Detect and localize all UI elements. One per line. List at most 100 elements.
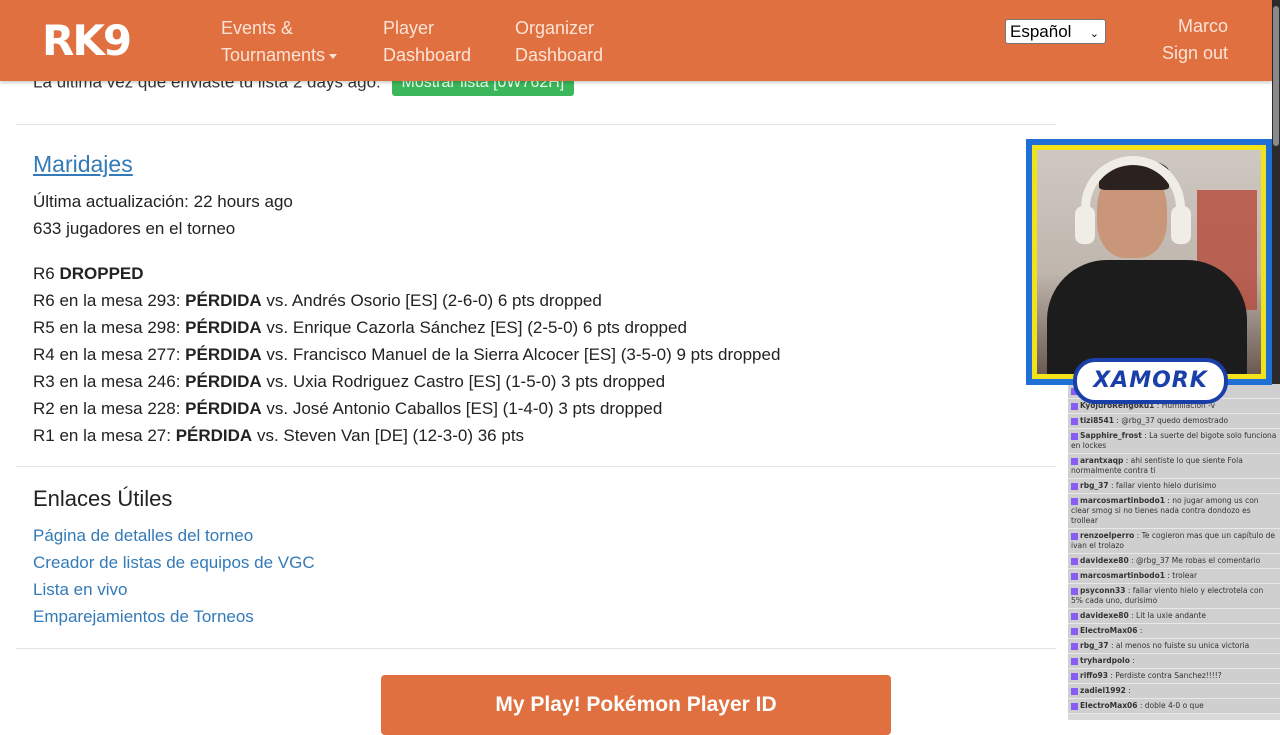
round-opponent: vs. Francisco Manuel de la Sierra Alcoce… xyxy=(266,345,781,364)
round-row: R2 en la mesa 228: PÉRDIDA vs. José Anto… xyxy=(33,399,662,419)
nav-organizer-line2: Dashboard xyxy=(515,45,604,65)
nav-player-line2: Dashboard xyxy=(383,45,472,65)
chat-message: arantxaqp : ahi sentiste lo que siente F… xyxy=(1068,454,1280,479)
chat-text: : xyxy=(1129,656,1135,665)
vgc-team-list-builder-link[interactable]: Creador de listas de equipos de VGC xyxy=(33,553,315,573)
pairings-title-link[interactable]: Maridajes xyxy=(33,151,133,178)
chat-badge-icon xyxy=(1071,532,1078,540)
divider xyxy=(16,466,1056,467)
round-result: PÉRDIDA xyxy=(175,426,253,445)
user-menu: Marco Sign out xyxy=(1162,13,1228,67)
round-row: R4 en la mesa 277: PÉRDIDA vs. Francisco… xyxy=(33,345,780,365)
nav-events-line1: Events & xyxy=(221,18,294,38)
round-result: PÉRDIDA xyxy=(185,345,262,364)
chat-message: tizi8541 : @rbg_37 quedo demostrado xyxy=(1068,414,1280,429)
chat-badge-icon xyxy=(1071,557,1078,565)
round-row: R5 en la mesa 298: PÉRDIDA vs. Enrique C… xyxy=(33,318,687,338)
chat-badge-icon xyxy=(1071,702,1078,710)
chat-username: rbg_37 xyxy=(1080,481,1109,490)
round-opponent: vs. Steven Van [DE] (12-3-0) 36 pts xyxy=(256,426,525,445)
chat-username: ElectroMax06 xyxy=(1080,701,1138,710)
last-updated-text: Última actualización: 22 hours ago xyxy=(33,192,293,211)
chat-text: : fallar viento hielo durisimo xyxy=(1108,481,1217,490)
chat-text: : xyxy=(1125,686,1131,695)
chat-text: : Perdiste contra Sanchez!!!!? xyxy=(1107,671,1222,680)
player-count-text: 633 jugadores en el torneo xyxy=(33,219,236,238)
useful-links-title: Enlaces Útiles xyxy=(33,486,173,511)
chat-username: ElectroMax06 xyxy=(1080,626,1138,635)
scrollbar-thumb[interactable] xyxy=(1273,6,1279,146)
chat-username: marcosmartinbodo1 xyxy=(1080,496,1165,505)
round-prefix: R1 en la mesa 27: xyxy=(33,426,171,445)
user-name-link[interactable]: Marco xyxy=(1162,13,1228,40)
chat-text: : trolear xyxy=(1164,571,1198,580)
live-list-link[interactable]: Lista en vivo xyxy=(33,580,128,600)
headset-icon xyxy=(1081,156,1185,236)
round-opponent: vs. Uxia Rodriguez Castro [ES] (1-5-0) 3… xyxy=(266,372,666,391)
chat-message: rbg_37 : fallar viento hielo durisimo xyxy=(1068,479,1280,494)
round-result: PÉRDIDA xyxy=(185,399,262,418)
nav-player-dashboard[interactable]: Player Dashboard xyxy=(383,15,471,69)
stream-chat-overlay: ra folagor y los eisesKyojuroRengoku1 : … xyxy=(1068,384,1280,720)
tournament-details-link[interactable]: Página de detalles del torneo xyxy=(33,526,253,546)
chat-badge-icon xyxy=(1071,457,1078,465)
chat-text: : al menos no fuiste su unica victoria xyxy=(1108,641,1250,650)
nav-organizer-line1: Organizer xyxy=(515,18,595,38)
nav-organizer-dashboard[interactable]: Organizer Dashboard xyxy=(515,15,603,69)
round-prefix: R4 en la mesa 277: xyxy=(33,345,181,364)
chat-badge-icon xyxy=(1071,432,1078,440)
chat-badge-icon xyxy=(1071,482,1078,490)
chat-username: Sapphire_frost xyxy=(1080,431,1142,440)
player-id-button[interactable]: My Play! Pokémon Player ID xyxy=(381,675,891,735)
sign-out-link[interactable]: Sign out xyxy=(1162,40,1228,67)
chat-username: davidexe80 xyxy=(1080,611,1129,620)
chat-badge-icon xyxy=(1071,587,1078,595)
rk9-logo[interactable]: RK9 xyxy=(42,20,132,62)
chat-badge-icon xyxy=(1071,402,1078,410)
chat-message: rbg_37 : al menos no fuiste su unica vic… xyxy=(1068,639,1280,654)
chat-text: : doble 4-0 o que xyxy=(1137,701,1204,710)
chat-message: ElectroMax06 : xyxy=(1068,624,1280,639)
chat-badge-icon xyxy=(1071,627,1078,635)
chat-badge-icon xyxy=(1071,672,1078,680)
language-select[interactable]: Español ⌄ xyxy=(1005,19,1106,44)
round-result: PÉRDIDA xyxy=(185,372,262,391)
webcam-overlay xyxy=(1026,139,1272,385)
round-row: R3 en la mesa 246: PÉRDIDA vs. Uxia Rodr… xyxy=(33,372,665,392)
chat-message: davidexe80 : Lit la uxie andante xyxy=(1068,609,1280,624)
chat-username: tryhardpolo xyxy=(1080,656,1130,665)
chat-message: riffo93 : Perdiste contra Sanchez!!!!? xyxy=(1068,669,1280,684)
tournament-pairings-link[interactable]: Emparejamientos de Torneos xyxy=(33,607,254,627)
chat-username: marcosmartinbodo1 xyxy=(1080,571,1165,580)
chevron-down-icon: ⌄ xyxy=(1089,28,1099,40)
chat-username: davidexe80 xyxy=(1080,556,1129,565)
chat-username: arantxaqp xyxy=(1080,456,1124,465)
chat-message: renzoelperro : Te cogieron mas que un ca… xyxy=(1068,529,1280,554)
nav-events-line2-row: Tournaments xyxy=(221,42,338,69)
chat-badge-icon xyxy=(1071,612,1078,620)
chat-message: psyconn33 : fallar viento hielo y electr… xyxy=(1068,584,1280,609)
nav-events-tournaments[interactable]: Events & Tournaments xyxy=(221,15,338,69)
round-prefix: R5 en la mesa 298: xyxy=(33,318,181,337)
chat-badge-icon xyxy=(1071,572,1078,580)
chat-badge-icon xyxy=(1071,417,1078,425)
chat-text: : xyxy=(1137,626,1143,635)
divider xyxy=(16,648,1056,649)
round-result: PÉRDIDA xyxy=(185,291,262,310)
round-opponent: vs. Enrique Cazorla Sánchez [ES] (2-5-0)… xyxy=(266,318,687,337)
chat-message: Sapphire_frost : La suerte del bigote so… xyxy=(1068,429,1280,454)
nav-events-line2: Tournaments xyxy=(221,45,326,65)
navbar: RK9 Events & Tournaments Player Dashboar… xyxy=(0,0,1272,81)
chat-badge-icon xyxy=(1071,657,1078,665)
drop-status-label: DROPPED xyxy=(59,264,144,283)
chat-message: tryhardpolo : xyxy=(1068,654,1280,669)
webcam-feed-image xyxy=(1032,145,1266,379)
chat-text: : Lit la uxie andante xyxy=(1128,611,1206,620)
round-prefix: R3 en la mesa 246: xyxy=(33,372,181,391)
chat-message: ElectroMax06 : doble 4-0 o que xyxy=(1068,699,1280,714)
chat-message: marcosmartinbodo1 : trolear xyxy=(1068,569,1280,584)
chat-username: rbg_37 xyxy=(1080,641,1109,650)
round-prefix: R6 en la mesa 293: xyxy=(33,291,181,310)
chat-username: zadiel1992 xyxy=(1080,686,1126,695)
chat-badge-icon xyxy=(1071,687,1078,695)
